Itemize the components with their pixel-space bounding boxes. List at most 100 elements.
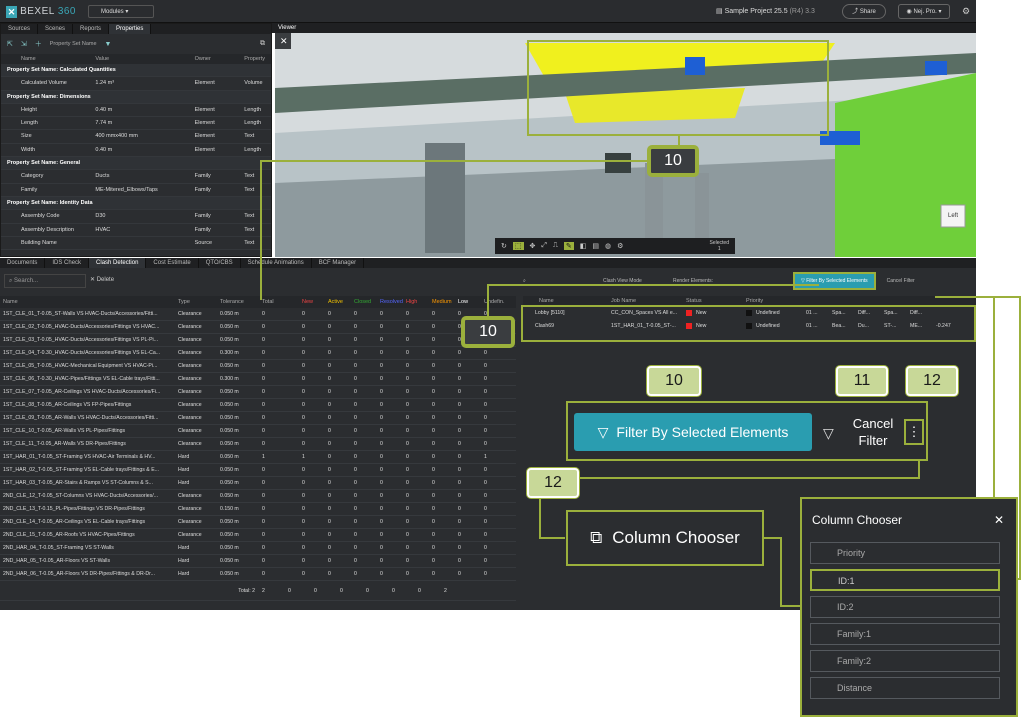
property-row[interactable]: Family ME-Mitered_Elbows/Taps Family Text [1, 184, 271, 197]
property-row[interactable]: Width 0.40 m Element Length [1, 144, 271, 158]
clash-result-row[interactable]: Clash69 1ST_HAR_01_T-0.05_ST-... New Undefi… [523, 320, 974, 333]
clash-row[interactable]: 2ND_HAR_05_T-0.05_AR-Floors VS ST-Walls H… [0, 555, 516, 568]
col-property[interactable]: Property [241, 54, 271, 64]
property-group[interactable]: Property Set Name: Calculated Quantities [1, 64, 271, 78]
filter-selected-zoom-button[interactable]: ▽ Filter By Selected Elements [574, 413, 812, 451]
property-row[interactable]: Calculated Volume 1.24 m³ Element Volume [1, 77, 271, 91]
clash-row[interactable]: 1ST_CLE_01_T-0.05_ST-Walls VS HVAC-Ducts… [0, 308, 516, 321]
clash-search-input[interactable]: ⌕ Search... [4, 274, 86, 288]
clash-col[interactable]: Closed [351, 296, 377, 308]
col-value[interactable]: Value [92, 54, 191, 64]
tab-documents[interactable]: Documents [0, 258, 46, 268]
clash-col[interactable]: Resolved [377, 296, 403, 308]
property-row[interactable]: Assembly Description HVAC Family Text [1, 224, 271, 237]
tab-clash-detection[interactable]: Clash Detection [89, 258, 147, 268]
tab-scenes[interactable]: Scenes [38, 24, 74, 34]
filter-icon[interactable]: ▼ [105, 41, 112, 48]
zoom-icon[interactable]: ⤢ [541, 242, 547, 250]
clash-row[interactable]: 1ST_HAR_03_T-0.05_AR-Stairs & Ramps VS S… [0, 477, 516, 490]
tab-ids-check[interactable]: IDS Check [45, 258, 90, 268]
cancel-filter-icon[interactable]: ▽ [823, 425, 834, 442]
chooser-item[interactable]: ID:2 [810, 596, 1000, 618]
tab-properties[interactable]: Properties [109, 24, 152, 34]
clash-row[interactable]: 1ST_CLE_06_T-0.30_HVAC-Pipes/Fittings VS… [0, 373, 516, 386]
property-group[interactable]: Property Set Name: Identity Data [1, 196, 271, 211]
gear-icon[interactable]: ⚙ [962, 6, 970, 17]
property-set-field[interactable]: Property Set Name [50, 41, 97, 47]
clash-col[interactable]: Total [259, 296, 299, 308]
property-group[interactable]: Property Set Name: Dimensions [1, 90, 271, 104]
clash-row[interactable]: 1ST_CLE_04_T-0.30_HVAC-Ducts/Accessories… [0, 347, 516, 360]
clash-row[interactable]: 1ST_CLE_11_T-0.05_AR-Walls VS DR-Pipes/F… [0, 438, 516, 451]
collapse-icon[interactable]: ⇲ [21, 40, 27, 48]
close-icon[interactable]: ✕ [994, 513, 1004, 527]
tab-reports[interactable]: Reports [73, 24, 110, 34]
cube-icon[interactable]: ◧ [580, 242, 587, 250]
clash-col[interactable]: Medium [429, 296, 455, 308]
chooser-item[interactable]: Family:1 [810, 623, 1000, 645]
tab-bcf-manager[interactable]: BCF Manager [312, 258, 365, 268]
clash-col[interactable]: Name [0, 296, 175, 308]
chooser-item[interactable]: Family:2 [810, 650, 1000, 672]
select-icon[interactable]: ⬚ [512, 242, 524, 250]
tab-cost-estimate[interactable]: Cost Estimate [146, 258, 199, 268]
pan-icon[interactable]: ✥ [530, 242, 536, 250]
clash-col[interactable]: Undefin. [481, 296, 507, 308]
filter-selected-button[interactable]: ▽ Filter By Selected Elements [793, 272, 876, 290]
clash-row[interactable]: 1ST_CLE_03_T-0.05_HVAC-Ducts/Accessories… [0, 334, 516, 347]
clash-col[interactable]: Low [455, 296, 481, 308]
col-name[interactable]: Name [1, 54, 92, 64]
tab-schedule-animations[interactable]: Schedule Animations [241, 258, 312, 268]
clash-row[interactable]: 2ND_HAR_06_T-0.05_AR-Floors VS DR-Pipes/… [0, 568, 516, 581]
clash-row[interactable]: 1ST_CLE_09_T-0.05_AR-Walls VS HVAC-Ducts… [0, 412, 516, 425]
clash-row[interactable]: 2ND_CLE_12_T-0.05_ST-Columns VS HVAC-Duc… [0, 490, 516, 503]
cancel-filter-zoom[interactable]: Cancel Filter [838, 415, 908, 449]
clash-row[interactable]: 1ST_HAR_01_T-0.05_ST-Framing VS HVAC-Air… [0, 451, 516, 464]
clash-row[interactable]: 2ND_CLE_13_T-0.15_PL-Pipes/Fittings VS D… [0, 503, 516, 516]
add-icon[interactable]: ＋ [35, 39, 42, 49]
clash-row[interactable]: 2ND_HAR_04_T-0.05_ST-Framing VS ST-Walls… [0, 542, 516, 555]
rotate-icon[interactable]: ↻ [501, 242, 507, 250]
copy-icon[interactable]: ⧉ [260, 40, 265, 48]
clash-row[interactable]: 2ND_CLE_14_T-0.05_AR-Ceilings VS EL-Cabl… [0, 516, 516, 529]
delete-button[interactable]: ✕ Delete [90, 276, 114, 283]
property-group[interactable]: Property Set Name: General [1, 157, 271, 171]
clash-col[interactable]: Active [325, 296, 351, 308]
chooser-item[interactable]: Distance [810, 677, 1000, 699]
settings-icon[interactable]: ⚙ [617, 242, 623, 250]
tab-viewer[interactable]: Viewer [272, 25, 296, 31]
col-owner[interactable]: Owner [192, 54, 242, 64]
chooser-item[interactable]: Priority [810, 542, 1000, 564]
share-button[interactable]: ⤴ Share [842, 4, 886, 19]
clash-row[interactable]: 2ND_CLE_15_T-0.05_AR-Roofs VS HVAC-Pipes… [0, 529, 516, 542]
view-cube[interactable]: Left [948, 213, 958, 219]
clash-row[interactable]: 1ST_CLE_07_T-0.05_AR-Ceilings VS HVAC-Du… [0, 386, 516, 399]
clash-col[interactable]: High [403, 296, 429, 308]
clash-result-row[interactable]: Lobby [5110] CC_CON_Spaces VS All e... New… [523, 307, 974, 320]
property-row[interactable]: Assembly Code D30 Family Text [1, 210, 271, 224]
modules-dropdown[interactable]: Modules ▾ [88, 5, 154, 18]
clash-col[interactable]: New [299, 296, 325, 308]
more-options-icon[interactable]: ⋮ [904, 419, 924, 445]
section-icon[interactable]: ⎍ [553, 242, 558, 250]
clash-row[interactable]: 1ST_CLE_05_T-0.05_HVAC-Mechanical Equipm… [0, 360, 516, 373]
layers-icon[interactable]: ▤ [592, 242, 599, 250]
measure-icon[interactable]: ✎ [563, 242, 574, 250]
property-row[interactable]: Size 400 mmx400 mm Element Text [1, 130, 271, 144]
expand-icon[interactable]: ⇱ [7, 40, 13, 48]
property-row[interactable]: Length 7.74 m Element Length [1, 117, 271, 131]
clash-row[interactable]: 1ST_CLE_10_T-0.05_AR-Walls VS PL-Pipes/F… [0, 425, 516, 438]
property-row[interactable]: Height 0.40 m Element Length [1, 104, 271, 118]
clash-row[interactable]: 1ST_HAR_02_T-0.05_ST-Framing VS EL-Cable… [0, 464, 516, 477]
clash-col[interactable]: Type [175, 296, 217, 308]
clash-row[interactable]: 1ST_CLE_08_T-0.05_AR-Ceilings VS FP-Pipe… [0, 399, 516, 412]
hide-icon[interactable]: ◍ [605, 242, 611, 250]
property-row[interactable]: Category Ducts Family Text [1, 170, 271, 184]
cancel-filter-button[interactable]: Cancel Filter [886, 278, 916, 284]
property-row[interactable]: Building Name Source Text [1, 237, 271, 251]
tab-qto-cbs[interactable]: QTO/CBS [199, 258, 241, 268]
user-menu[interactable]: ◉ Nej. Pro. ▾ [898, 4, 950, 19]
clash-row[interactable]: 1ST_CLE_02_T-0.05_HVAC-Ducts/Accessories… [0, 321, 516, 334]
clash-col[interactable]: Tolerance [217, 296, 259, 308]
tab-sources[interactable]: Sources [1, 24, 39, 34]
